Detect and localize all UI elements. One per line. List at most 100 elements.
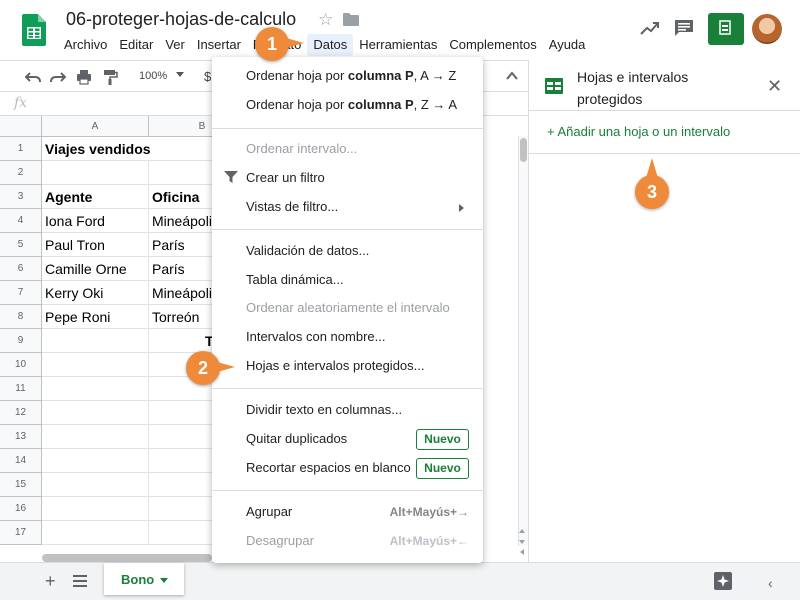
select-all-corner[interactable] [0,116,42,137]
divider [529,153,800,154]
row-header[interactable]: 7 [0,281,42,305]
menu-ver[interactable]: Ver [159,34,191,56]
sheet-tab-bono[interactable]: Bono [104,563,184,595]
undo-icon[interactable] [25,69,41,85]
menu-insertar[interactable]: Insertar [191,34,247,56]
scroll-arrows-icon[interactable] [516,528,528,556]
menu-item-named-ranges[interactable]: Intervalos con nombre... [246,329,385,344]
menu-item-split-text[interactable]: Dividir texto en columnas... [246,402,402,417]
star-icon[interactable]: ☆ [318,10,333,30]
comment-icon[interactable] [674,19,694,37]
column-header-a[interactable]: A [42,116,149,137]
row-header[interactable]: 6 [0,257,42,281]
row-header[interactable]: 3 [0,185,42,209]
close-icon[interactable]: ✕ [767,76,782,97]
avatar[interactable] [752,14,782,44]
menu-archivo[interactable]: Archivo [58,34,113,56]
add-sheet-or-range-link[interactable]: + Añadir una hoja o un intervalo [547,124,730,139]
folder-icon[interactable] [343,13,359,26]
shortcut-group: Alt+Mayús+→ [389,505,469,519]
menu-bar: Archivo Editar Ver Insertar Formato Dato… [58,34,591,56]
cell-a3[interactable]: Agente [42,185,149,209]
cell-a8[interactable]: Pepe Roni [42,305,149,329]
cell-a13[interactable] [42,425,149,449]
menu-item-trim-whitespace[interactable]: Recortar espacios en blanco [246,460,411,475]
menu-item-filter-views[interactable]: Vistas de filtro... [246,199,338,214]
cell-a4[interactable]: Iona Ford [42,209,149,233]
cell-a17[interactable] [42,521,149,545]
cell-a12[interactable] [42,401,149,425]
menu-datos[interactable]: Datos [307,34,354,56]
divider [212,490,483,491]
chevron-down-icon[interactable] [176,72,184,77]
paint-format-icon[interactable] [102,69,118,85]
trending-icon[interactable] [640,20,660,36]
menu-item-sort-sheet-asc[interactable]: Ordenar hoja por columna P, A → Z [246,68,456,83]
cell-a7[interactable]: Kerry Oki [42,281,149,305]
menu-item-pivot-table[interactable]: Tabla dinámica... [246,272,344,287]
add-sheet-icon[interactable]: + [45,571,56,592]
currency-button[interactable]: $ [204,69,211,84]
shortcut-ungroup: Alt+Mayús+← [389,534,469,548]
cell-a5[interactable]: Paul Tron [42,233,149,257]
zoom-select[interactable]: 100% [139,70,167,82]
row-header[interactable]: 5 [0,233,42,257]
new-badge: Nuevo [416,458,469,479]
menu-item-label: Ordenar hoja por [246,68,348,83]
menu-item-sort-sheet-desc[interactable]: Ordenar hoja por columna P, Z → A [246,97,457,112]
protected-ranges-panel: Hojas e intervalos protegidos ✕ + Añadir… [528,60,800,562]
explore-icon[interactable] [714,572,732,590]
row-header[interactable]: 9 [0,329,42,353]
row-header[interactable]: 8 [0,305,42,329]
menu-editar[interactable]: Editar [113,34,159,56]
share-button[interactable] [708,13,744,45]
sheets-logo-icon[interactable] [22,14,46,46]
cell-a6[interactable]: Camille Orne [42,257,149,281]
panel-title: Hojas e intervalos protegidos [577,69,689,107]
horizontal-scrollbar-thumb[interactable] [42,554,212,562]
callout-pointer-icon [286,38,304,48]
menu-complementos[interactable]: Complementos [443,34,542,56]
cell-a9[interactable] [42,329,149,353]
row-header[interactable]: 1 [0,137,42,161]
menu-ayuda[interactable]: Ayuda [543,34,592,56]
menu-item-data-validation[interactable]: Validación de datos... [246,243,369,258]
row-header[interactable]: 10 [0,353,42,377]
cell-a11[interactable] [42,377,149,401]
menu-item-remove-duplicates[interactable]: Quitar duplicados [246,431,347,446]
vertical-scrollbar[interactable] [518,136,528,546]
row-header[interactable]: 17 [0,521,42,545]
row-header[interactable]: 15 [0,473,42,497]
cell-a16[interactable] [42,497,149,521]
menu-item-protected-sheets[interactable]: Hojas e intervalos protegidos... [246,358,424,373]
menu-item-order: , A → Z [413,68,457,83]
document-title[interactable]: 06-proteger-hojas-de-calculo [66,9,296,30]
divider [212,128,483,129]
chevron-left-icon[interactable]: ‹ [768,575,773,591]
divider [529,110,800,111]
menu-herramientas[interactable]: Herramientas [353,34,443,56]
print-icon[interactable] [76,69,92,85]
row-header[interactable]: 4 [0,209,42,233]
cell-a15[interactable] [42,473,149,497]
menu-item-create-filter[interactable]: Crear un filtro [246,170,325,185]
chevron-down-icon[interactable] [160,578,169,584]
row-header[interactable]: 16 [0,497,42,521]
row-header[interactable]: 12 [0,401,42,425]
cell-a14[interactable] [42,449,149,473]
redo-icon[interactable] [50,69,66,85]
row-header[interactable]: 2 [0,161,42,185]
cell-a10[interactable] [42,353,149,377]
all-sheets-icon[interactable] [73,575,87,587]
row-header[interactable]: 14 [0,449,42,473]
row-header[interactable]: 11 [0,377,42,401]
step-callout-3: 3 [635,175,669,209]
sheets-share-icon [719,20,731,35]
sheet-tab-label: Bono [121,572,155,587]
vertical-scrollbar-thumb[interactable] [520,138,527,162]
cell-a2[interactable] [42,161,149,185]
chevron-up-icon[interactable] [506,70,518,82]
divider [212,229,483,230]
menu-item-group[interactable]: Agrupar [246,504,292,519]
row-header[interactable]: 13 [0,425,42,449]
